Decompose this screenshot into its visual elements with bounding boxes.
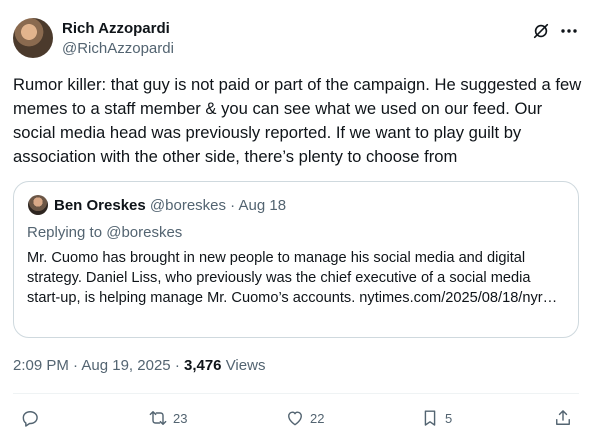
quote-author-name[interactable]: Ben Oreskes	[54, 197, 146, 214]
share-icon	[556, 410, 570, 425]
grok-icon[interactable]	[532, 22, 550, 40]
like-button[interactable]: 22	[285, 407, 324, 429]
like-count: 22	[310, 410, 325, 426]
views-label: Views	[225, 357, 266, 374]
like-icon	[288, 411, 302, 426]
quote-avatar[interactable]	[28, 195, 48, 215]
quote-replying-to: Replying to @boreskes	[27, 224, 182, 241]
retweet-button[interactable]: 23	[148, 407, 187, 429]
author-handle[interactable]: @RichAzzopardi	[62, 40, 174, 57]
quote-separator: ·	[230, 197, 236, 214]
replying-prefix: Replying to	[27, 224, 103, 241]
author-name[interactable]: Rich Azzopardi	[62, 20, 170, 37]
bookmark-button[interactable]: 5	[420, 407, 452, 429]
avatar[interactable]	[13, 18, 53, 58]
tweet: Rich Azzopardi @RichAzzopardi Rumor kill…	[0, 0, 593, 447]
quoted-tweet[interactable]: Ben Oreskes @boreskes · Aug 18 Replying …	[13, 181, 579, 338]
retweet-icon	[149, 411, 167, 425]
tweet-meta: 2:09 PM · Aug 19, 2025 · 3,476 Views	[13, 357, 265, 374]
tweet-date[interactable]: Aug 19, 2025	[81, 357, 170, 374]
reply-button[interactable]	[20, 407, 40, 429]
reply-icon	[22, 411, 38, 427]
meta-separator: ·	[174, 357, 180, 374]
share-button[interactable]	[553, 407, 573, 429]
quote-author-handle[interactable]: @boreskes	[150, 197, 226, 214]
more-icon[interactable]	[559, 22, 579, 40]
retweet-count: 23	[173, 410, 188, 426]
tweet-time[interactable]: 2:09 PM	[13, 357, 69, 374]
meta-separator: ·	[73, 357, 79, 374]
tweet-text: Rumor killer: that guy is not paid or pa…	[13, 75, 582, 166]
views-count: 3,476	[183, 357, 222, 374]
bookmark-icon	[424, 410, 436, 426]
quote-header: Ben Oreskes @boreskes · Aug 18	[54, 197, 286, 214]
bookmark-count: 5	[445, 410, 453, 426]
quote-text: Mr. Cuomo has brought in new people to m…	[27, 250, 558, 306]
quote-date[interactable]: Aug 18	[239, 197, 287, 214]
divider	[13, 393, 579, 394]
replying-mention[interactable]: @boreskes	[106, 224, 182, 241]
